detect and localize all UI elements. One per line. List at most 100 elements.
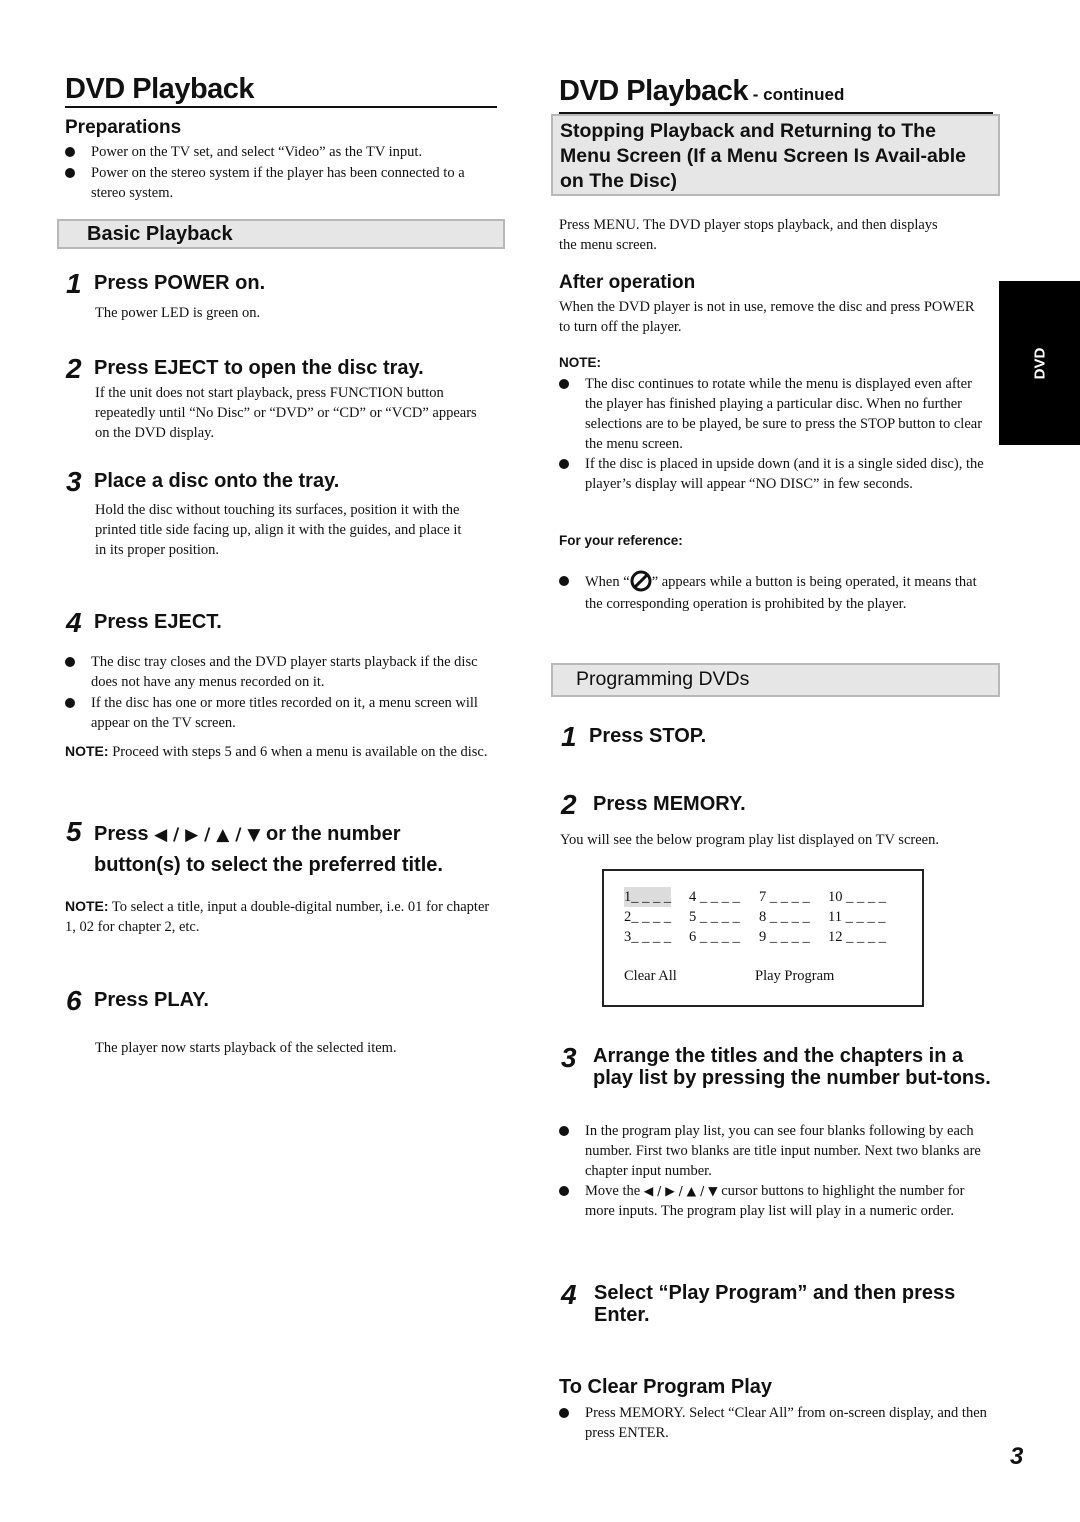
clear-program-heading: To Clear Program Play xyxy=(559,1376,773,1398)
cursor-arrows-icon: ◀ / ▶ / ▲ / ▼ xyxy=(643,1184,718,1198)
continued-label: - continued xyxy=(748,85,845,104)
step-5: 5 Press ◀ / ▶ / ▲ / ▼ or the number butt… xyxy=(66,816,486,880)
bullet-icon xyxy=(65,698,75,708)
step-3: 3 Place a disc onto the tray. xyxy=(66,466,506,497)
step-number: 5 xyxy=(66,816,82,847)
step-title: Press PLAY. xyxy=(94,989,209,1011)
program-play-list: 1_ _ _ _ 4 _ _ _ _ 7 _ _ _ _ 10 _ _ _ _ 2_ _… xyxy=(602,869,924,1007)
step-number: 3 xyxy=(66,466,82,497)
list-item: If the disc is placed in upside down (an… xyxy=(559,454,991,494)
program-slot[interactable]: 3_ _ _ _ xyxy=(624,927,671,947)
step-2: 2 Press EJECT to open the disc tray. xyxy=(66,353,506,384)
program-slot[interactable]: 5 _ _ _ _ xyxy=(689,907,740,927)
step-number: 6 xyxy=(66,985,82,1016)
step-4: 4 Press EJECT. xyxy=(66,607,506,638)
stopping-playback-header: Stopping Playback and Returning to The M… xyxy=(551,114,1000,196)
page-title-continued: DVD Playback - continued xyxy=(559,74,993,114)
program-slot[interactable]: 11 _ _ _ _ xyxy=(828,907,885,927)
programming-step-4: 4 Select “Play Program” and then press E… xyxy=(561,1279,1001,1327)
section-title: Stopping Playback and Returning to The M… xyxy=(560,120,967,192)
program-slot[interactable]: 6 _ _ _ _ xyxy=(689,927,740,947)
note-label: NOTE: xyxy=(559,355,601,370)
step-3-list: In the program play list, you can see fo… xyxy=(559,1121,995,1221)
step-4-note: NOTE: Proceed with steps 5 and 6 when a … xyxy=(65,743,488,760)
step-4-list: The disc tray closes and the DVD player … xyxy=(65,652,497,733)
program-slot[interactable]: 4 _ _ _ _ xyxy=(689,887,740,907)
cursor-arrows-icon: ◀ / ▶ / ▲ / ▼ xyxy=(154,825,261,845)
section-title: Basic Playback xyxy=(87,223,233,245)
step-title: Press POWER on. xyxy=(94,272,266,294)
play-program-option[interactable]: Play Program xyxy=(755,966,834,986)
bullet-icon xyxy=(65,168,75,178)
after-operation-notes: The disc continues to rotate while the m… xyxy=(559,374,991,494)
list-item: In the program play list, you can see fo… xyxy=(559,1121,995,1181)
programming-step-1: 1 Press STOP. xyxy=(561,721,991,752)
step-3-body: Hold the disc without touching its surfa… xyxy=(95,502,462,558)
note-label: NOTE: xyxy=(65,898,109,914)
program-slot[interactable]: 8 _ _ _ _ xyxy=(759,907,810,927)
bullet-icon xyxy=(559,576,569,586)
prohibited-icon xyxy=(630,570,652,592)
program-slot[interactable]: 10 _ _ _ _ xyxy=(828,887,886,907)
list-item: Move the ◀ / ▶ / ▲ / ▼ cursor buttons to… xyxy=(559,1181,995,1221)
basic-playback-header: Basic Playback xyxy=(57,219,505,249)
program-slot[interactable]: 7 _ _ _ _ xyxy=(759,887,810,907)
program-slot[interactable]: 2_ _ _ _ xyxy=(624,907,671,927)
step-number: 2 xyxy=(561,789,577,820)
step-6: 6 Press PLAY. xyxy=(66,985,506,1016)
step-title: Press EJECT. xyxy=(94,611,222,633)
list-item: Press MEMORY. Select “Clear All” from on… xyxy=(559,1403,995,1443)
list-item: Power on the TV set, and select “Video” … xyxy=(65,142,495,162)
bullet-icon xyxy=(559,459,569,469)
step-title: Arrange the titles and the chapters in a… xyxy=(593,1045,991,1089)
step-title: Press STOP. xyxy=(589,725,707,747)
programming-step-3: 3 Arrange the titles and the chapters in… xyxy=(561,1042,996,1090)
list-item: When “” appears while a button is being … xyxy=(559,570,991,615)
stopping-body: Press MENU. The DVD player stops playbac… xyxy=(559,217,938,253)
step-number: 1 xyxy=(561,721,577,752)
reference-label: For your reference: xyxy=(559,533,683,548)
list-item: If the disc has one or more titles recor… xyxy=(65,693,497,733)
step-1: 1 Press POWER on. xyxy=(66,268,506,299)
clear-all-option[interactable]: Clear All xyxy=(624,966,677,986)
step-number: 2 xyxy=(66,353,82,384)
preparations-heading: Preparations xyxy=(65,117,182,138)
dvd-section-tab: DVD xyxy=(999,281,1080,445)
side-tab-label: DVD xyxy=(1030,347,1048,379)
list-item: The disc continues to rotate while the m… xyxy=(559,374,991,454)
step-number: 1 xyxy=(66,268,82,299)
step-title: Press MEMORY. xyxy=(593,793,746,815)
step-number: 4 xyxy=(66,607,82,638)
page-title-text: DVD Playback xyxy=(65,73,255,105)
program-slot[interactable]: 12 _ _ _ _ xyxy=(828,927,886,947)
preparations-list: Power on the TV set, and select “Video” … xyxy=(65,142,495,203)
section-title: Programming DVDs xyxy=(576,668,750,690)
step-2-body: If the unit does not start playback, pre… xyxy=(95,385,477,441)
list-item: Power on the stereo system if the player… xyxy=(65,163,495,203)
programming-step-2: 2 Press MEMORY. xyxy=(561,789,991,820)
step-number: 3 xyxy=(561,1042,577,1073)
step-6-body: The player now starts playback of the se… xyxy=(95,1040,397,1056)
bullet-icon xyxy=(559,1126,569,1136)
bullet-icon xyxy=(559,1408,569,1418)
step-5-note: NOTE: To select a title, input a double-… xyxy=(65,898,490,935)
after-operation-heading: After operation xyxy=(559,272,696,293)
programming-step-2-body: You will see the below program play list… xyxy=(560,832,939,848)
page-number: 3 xyxy=(1010,1443,1024,1470)
note-label: NOTE: xyxy=(65,743,109,759)
clear-program-list: Press MEMORY. Select “Clear All” from on… xyxy=(559,1403,995,1443)
reference-list: When “” appears while a button is being … xyxy=(559,570,991,615)
page-title-text: DVD Playback xyxy=(559,75,749,107)
after-operation-body: When the DVD player is not in use, remov… xyxy=(559,299,975,335)
bullet-icon xyxy=(65,657,75,667)
step-title: Place a disc onto the tray. xyxy=(94,470,340,492)
step-title: Press EJECT to open the disc tray. xyxy=(94,357,424,379)
step-title: Select “Play Program” and then press Ent… xyxy=(594,1282,956,1326)
program-slot[interactable]: 1_ _ _ _ xyxy=(624,887,672,907)
step-1-body: The power LED is green on. xyxy=(95,305,261,321)
program-slot[interactable]: 9 _ _ _ _ xyxy=(759,927,810,947)
bullet-icon xyxy=(559,1186,569,1196)
step-number: 4 xyxy=(561,1279,577,1310)
bullet-icon xyxy=(559,379,569,389)
page-title: DVD Playback xyxy=(65,72,497,108)
